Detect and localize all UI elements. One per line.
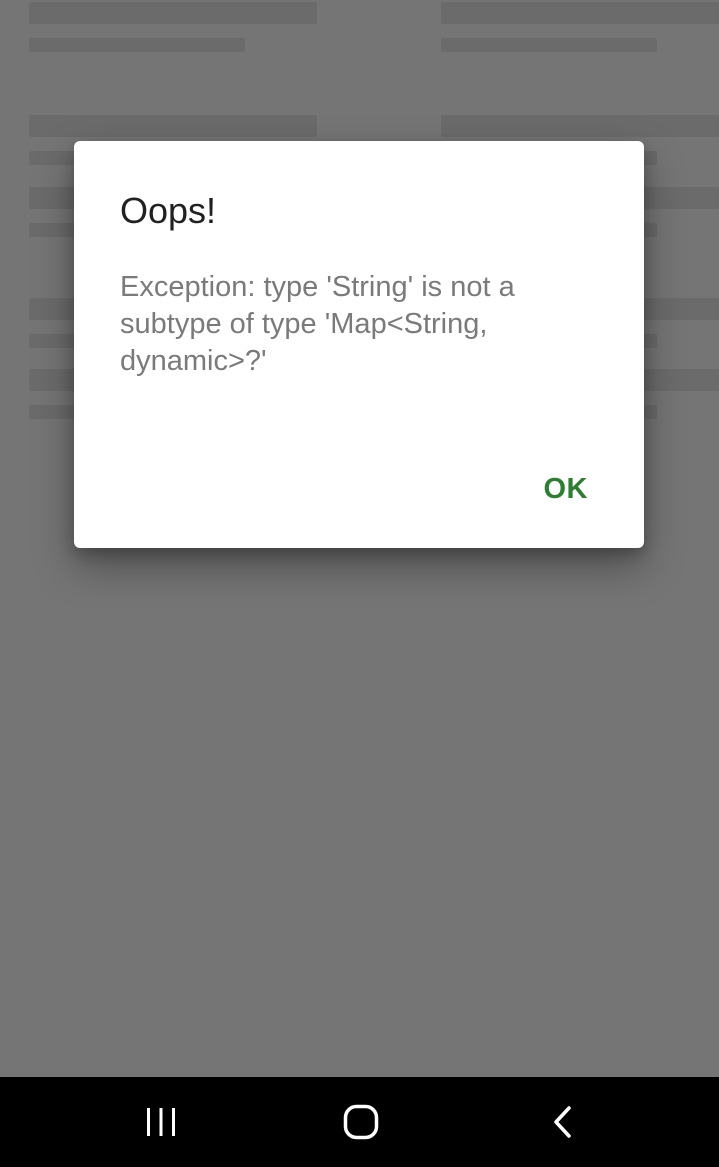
- system-navigation-bar: [0, 1077, 719, 1167]
- dialog-message: Exception: type 'String' is not a subtyp…: [120, 271, 515, 377]
- recent-apps-icon: [147, 1108, 175, 1136]
- home-button[interactable]: [331, 1097, 391, 1147]
- recent-apps-button[interactable]: [131, 1097, 191, 1147]
- error-dialog: Oops! Exception: type 'String' is not a …: [74, 141, 644, 548]
- back-icon: [554, 1106, 571, 1138]
- dialog-title: Oops!: [120, 190, 217, 231]
- back-button[interactable]: [533, 1097, 593, 1147]
- ok-button[interactable]: OK: [542, 469, 591, 510]
- home-icon: [343, 1104, 379, 1140]
